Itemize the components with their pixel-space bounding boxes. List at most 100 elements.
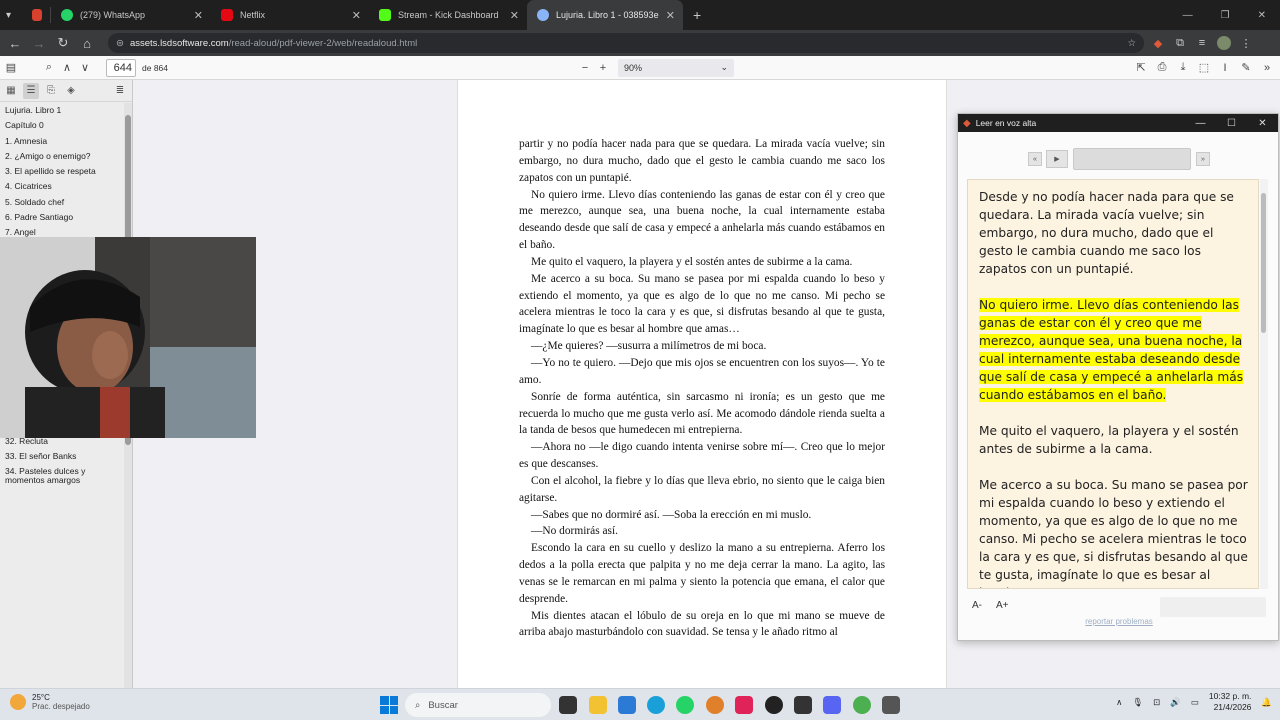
tab-whatsapp[interactable]: (279) WhatsApp ✕: [51, 0, 211, 30]
page-paragraph: —Sabes que no dormiré así. —Soba la erec…: [531, 508, 812, 521]
forward-button[interactable]: »: [1196, 152, 1210, 166]
media-control-icon[interactable]: ≡: [1194, 35, 1210, 51]
zoom-out-icon[interactable]: −: [576, 59, 594, 77]
tray-overflow-icon[interactable]: ∧: [1116, 697, 1122, 708]
play-button[interactable]: ▶: [1046, 150, 1068, 168]
maximize-icon[interactable]: ☐: [1216, 118, 1247, 129]
font-smaller-button[interactable]: A-: [972, 600, 982, 611]
back-icon[interactable]: ←: [6, 34, 24, 52]
open-file-icon[interactable]: ⇱: [1132, 59, 1150, 77]
sidebar-tools: ▦ ☰ ⎘ ◈ ≣: [0, 80, 132, 102]
tiktok-icon[interactable]: [735, 696, 753, 714]
store-icon[interactable]: [618, 696, 636, 714]
home-icon[interactable]: ⌂: [78, 34, 96, 52]
zoom-in-icon[interactable]: +: [594, 59, 612, 77]
file-explorer-icon[interactable]: [589, 696, 607, 714]
rewind-button[interactable]: «: [1028, 152, 1042, 166]
text-highlight-icon[interactable]: ⬚: [1195, 59, 1213, 77]
page-paragraph: No quiero irme. Llevo días conteniendo l…: [519, 188, 885, 252]
battery-icon[interactable]: ▭: [1191, 697, 1199, 708]
draw-icon[interactable]: ✎: [1237, 59, 1255, 77]
text-scrollbar[interactable]: [1260, 179, 1268, 589]
toggle-sidebar-icon[interactable]: ▤: [2, 59, 20, 77]
outline-view-icon[interactable]: ☰: [23, 82, 39, 99]
font-larger-button[interactable]: A+: [996, 600, 1009, 611]
current-outline-icon[interactable]: ≣: [112, 83, 128, 99]
zoom-select[interactable]: 90% ⌄: [618, 58, 734, 77]
next-page-icon[interactable]: ∨: [76, 59, 94, 77]
taskbar-search[interactable]: ⌕ Buscar: [405, 693, 551, 717]
outline-item[interactable]: 4. Cicatrices: [0, 179, 123, 194]
tts-paragraph: Desde y no podía hacer nada para que se …: [979, 190, 1234, 276]
network-icon[interactable]: ⊡: [1153, 697, 1160, 708]
whatsapp-taskbar-icon[interactable]: [676, 696, 694, 714]
obs-icon[interactable]: [765, 696, 783, 714]
clock[interactable]: 10:32 p. m. 21/4/2026: [1209, 691, 1252, 713]
close-tab-icon[interactable]: ✕: [666, 9, 675, 22]
outline-item[interactable]: 1. Amnesia: [0, 134, 123, 149]
minimize-icon[interactable]: —: [1185, 118, 1216, 129]
volume-icon[interactable]: 🔊: [1170, 697, 1181, 708]
save-icon[interactable]: ⤓: [1174, 59, 1192, 77]
outline-item[interactable]: Lujuria. Libro 1: [0, 103, 123, 118]
progress-bar[interactable]: [1073, 148, 1191, 170]
outline-item[interactable]: 3. El apellido se respeta: [0, 164, 123, 179]
discord-icon[interactable]: [823, 696, 841, 714]
firefox-icon[interactable]: [706, 696, 724, 714]
edge-icon[interactable]: [647, 696, 665, 714]
start-button[interactable]: [380, 696, 398, 714]
extensions-icon[interactable]: ⧉: [1172, 35, 1188, 51]
text-cursor-icon[interactable]: I: [1216, 59, 1234, 77]
whatsapp-icon: [61, 9, 73, 21]
close-window-icon[interactable]: ✕: [1258, 10, 1266, 21]
close-tab-icon[interactable]: ✕: [510, 9, 519, 22]
thumbnails-view-icon[interactable]: ▦: [3, 83, 19, 99]
close-tab-icon[interactable]: ✕: [194, 9, 203, 22]
notifications-icon[interactable]: 🔔: [1261, 697, 1272, 708]
outline-item[interactable]: 2. ¿Amigo o enemigo?: [0, 149, 123, 164]
read-aloud-extension-icon[interactable]: ◆: [1150, 35, 1166, 51]
page-number-input[interactable]: 644: [106, 58, 136, 77]
close-icon[interactable]: ✕: [1247, 118, 1278, 129]
microphone-icon[interactable]: 🎙: [1132, 697, 1143, 708]
outline-item[interactable]: Capítulo 0: [0, 118, 123, 133]
outline-item[interactable]: 33. El señor Banks: [0, 449, 123, 464]
forward-icon[interactable]: →: [30, 34, 48, 52]
tab-kick-dashboard[interactable]: Stream - Kick Dashboard ✕: [369, 0, 527, 30]
voice-field[interactable]: [1160, 597, 1266, 617]
tab-netflix[interactable]: Netflix ✕: [211, 0, 369, 30]
bookmark-star-icon[interactable]: ☆: [1127, 38, 1136, 49]
pinned-tab[interactable]: [24, 0, 50, 30]
menu-icon[interactable]: ⋮: [1238, 35, 1254, 51]
attachments-view-icon[interactable]: ⎘: [43, 83, 59, 99]
address-bar[interactable]: ⊜ assets.lsdsoftware.com/read-aloud/pdf-…: [108, 33, 1144, 53]
find-icon[interactable]: ⌕: [40, 59, 58, 77]
maximize-window-icon[interactable]: ❐: [1221, 10, 1230, 21]
close-tab-icon[interactable]: ✕: [352, 9, 361, 22]
tts-paragraph: Me acerco a su boca. Su mano se pasea po…: [979, 478, 1248, 588]
tab-lujuria-pdf[interactable]: Lujuria. Libro 1 - 038593e1-e5µ ✕: [527, 0, 683, 30]
tab-search-icon[interactable]: ▾: [0, 0, 24, 30]
app-icon[interactable]: [882, 696, 900, 714]
weather-widget[interactable]: 25°C Prac. despejado: [10, 693, 90, 711]
site-info-icon[interactable]: ⊜: [116, 38, 124, 49]
previous-page-icon[interactable]: ∧: [58, 59, 76, 77]
page-text: partir y no podía hacer nada para que se…: [519, 136, 885, 641]
minimize-window-icon[interactable]: —: [1183, 10, 1193, 21]
chrome-icon[interactable]: [853, 696, 871, 714]
task-view-icon[interactable]: [559, 696, 577, 714]
netflix-icon: [221, 9, 233, 21]
reload-icon[interactable]: ↻: [54, 34, 72, 52]
profile-avatar[interactable]: [1216, 35, 1232, 51]
tools-icon[interactable]: »: [1258, 59, 1276, 77]
page-paragraph: Escondo la cara en su cuello y deslizo l…: [519, 542, 885, 605]
outline-item[interactable]: 34. Pasteles dulces y momentos amargos: [0, 464, 123, 489]
webcam-overlay: [0, 237, 256, 438]
capcut-icon[interactable]: [794, 696, 812, 714]
print-icon[interactable]: ⎙: [1153, 59, 1171, 77]
report-problems-link[interactable]: reportar problemas: [958, 617, 1280, 626]
outline-item[interactable]: 5. Soldado chef: [0, 195, 123, 210]
layers-view-icon[interactable]: ◈: [63, 83, 79, 99]
new-tab-button[interactable]: +: [683, 0, 711, 30]
outline-item[interactable]: 6. Padre Santiago: [0, 210, 123, 225]
